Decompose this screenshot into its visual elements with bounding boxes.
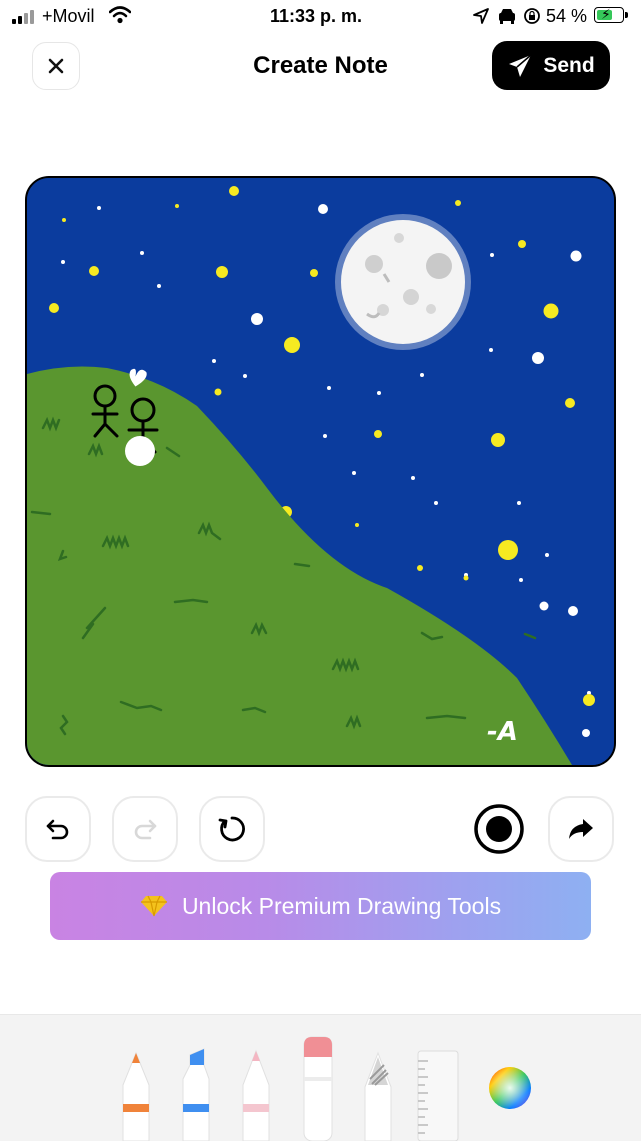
reset-button[interactable] <box>199 796 265 862</box>
undo-icon <box>46 819 69 840</box>
send-label: Send <box>543 53 595 77</box>
record-button[interactable] <box>466 796 532 862</box>
drawing-signature: -A <box>487 717 518 747</box>
status-indicators <box>473 8 540 24</box>
share-arrow-icon <box>569 819 593 839</box>
status-bar: +Movil 11:33 p. m. 54 % ⚡ <box>0 0 641 34</box>
undo-button[interactable] <box>25 796 91 862</box>
signal-icon <box>12 10 36 24</box>
share-button[interactable] <box>548 796 614 862</box>
reset-icon <box>218 816 245 842</box>
clock: 11:33 p. m. <box>270 6 363 26</box>
drawing-canvas[interactable]: -A <box>25 176 616 767</box>
unlock-premium-button[interactable]: Unlock Premium Drawing Tools <box>50 872 591 940</box>
redo-button[interactable] <box>112 796 178 862</box>
battery-percent: 54 % <box>546 6 588 26</box>
diamond-icon <box>140 895 167 917</box>
moon-drawing <box>335 214 471 350</box>
color-picker-tool[interactable] <box>487 1065 533 1111</box>
premium-label: Unlock Premium Drawing Tools <box>181 892 502 919</box>
lasso-tool[interactable] <box>360 1047 396 1141</box>
car-icon <box>499 9 515 24</box>
wifi-icon <box>109 6 131 24</box>
battery-charging-icon: ⚡ <box>594 6 628 23</box>
rotation-lock-icon <box>524 8 540 24</box>
send-button[interactable]: Send <box>492 41 610 90</box>
record-icon <box>474 804 524 854</box>
pen-tool[interactable] <box>118 1047 154 1141</box>
carrier-name: +Movil <box>42 6 95 26</box>
eraser-tool[interactable] <box>300 1033 336 1141</box>
drawing-tools-tray <box>0 1014 641 1141</box>
location-arrow-icon <box>473 8 489 24</box>
pencil-tool[interactable] <box>238 1047 274 1141</box>
ruler-tool[interactable] <box>416 1049 460 1141</box>
redo-icon <box>134 819 157 840</box>
marker-tool[interactable] <box>178 1045 214 1141</box>
paper-plane-icon <box>509 53 532 77</box>
drawing-artwork: -A <box>27 178 614 765</box>
